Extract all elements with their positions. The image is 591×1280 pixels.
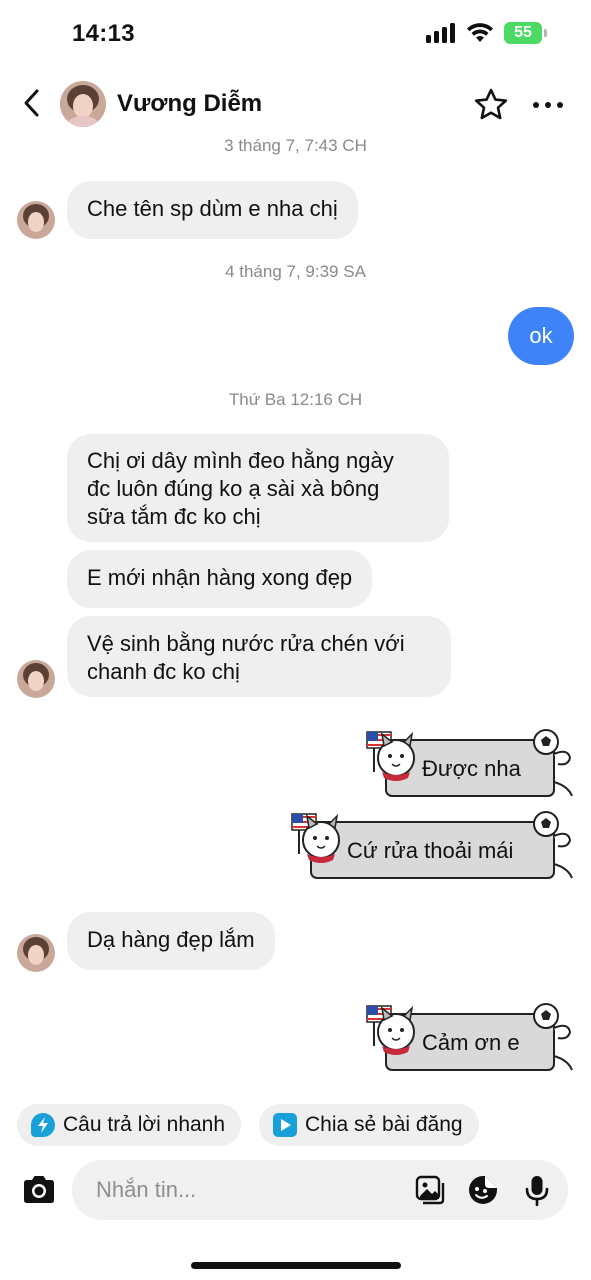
sticker-text: Cứ rửa thoải mái	[347, 838, 514, 863]
share-post-button[interactable]: Chia sẻ bài đăng	[259, 1104, 479, 1146]
sticker-message[interactable]: Được nha	[364, 726, 576, 802]
gallery-icon	[415, 1175, 445, 1205]
outgoing-message[interactable]: ok	[508, 307, 574, 365]
incoming-message[interactable]: E mới nhận hàng xong đẹp	[67, 550, 373, 608]
sender-avatar[interactable]	[17, 201, 55, 239]
sticker-text: Được nha	[422, 756, 521, 781]
message-composer	[72, 1160, 568, 1220]
message-timestamp: Thứ Ba 12:16 CH	[228, 390, 363, 409]
battery-icon: 55	[504, 22, 547, 44]
sticker-message[interactable]: Cứ rửa thoải mái	[289, 808, 576, 884]
status-bar: 14:13 55	[0, 0, 591, 70]
gallery-button[interactable]	[414, 1174, 446, 1206]
contact-avatar[interactable]	[60, 81, 106, 127]
microphone-icon	[525, 1176, 549, 1207]
sticker-message[interactable]: Cảm ơn e	[364, 1000, 576, 1076]
more-icon	[533, 102, 563, 108]
wifi-icon	[467, 23, 493, 42]
sticker-text: Cảm ơn e	[422, 1030, 520, 1055]
incoming-message[interactable]: Che tên sp dùm e nha chị	[67, 181, 358, 239]
battery-level: 55	[514, 24, 532, 41]
more-button[interactable]	[533, 90, 569, 120]
signal-icon	[426, 23, 455, 43]
camera-button[interactable]	[20, 1171, 58, 1209]
quick-reply-icon	[31, 1113, 55, 1137]
home-indicator[interactable]	[191, 1262, 401, 1269]
quick-reply-button[interactable]: Câu trả lời nhanh	[17, 1104, 242, 1146]
message-line: chanh đc ko chị	[87, 659, 240, 684]
incoming-message[interactable]: Chị ơi dây mình đeo hằng ngày đc luôn đú…	[67, 434, 449, 542]
status-time: 14:13	[72, 20, 135, 47]
chat-header: Vương Diễm	[0, 70, 591, 138]
quick-reply-label: Câu trả lời nhanh	[63, 1113, 226, 1136]
message-timestamp: 3 tháng 7, 7:43 CH	[224, 136, 367, 155]
share-post-label: Chia sẻ bài đăng	[305, 1113, 463, 1136]
sticker-icon	[469, 1176, 497, 1204]
play-icon	[273, 1113, 297, 1137]
incoming-message[interactable]: Dạ hàng đẹp lắm	[67, 912, 275, 970]
sender-avatar[interactable]	[17, 660, 55, 698]
message-line: Chị ơi dây mình đeo hằng ngày	[87, 448, 394, 473]
chevron-left-icon	[24, 89, 39, 117]
contact-name[interactable]: Vương Diễm	[117, 90, 262, 118]
message-line: sữa tắm đc ko chị	[87, 504, 261, 529]
message-line: đc luôn đúng ko ạ sài xà bông	[87, 476, 380, 501]
star-button[interactable]	[473, 87, 509, 123]
camera-icon	[24, 1176, 54, 1203]
message-timestamp: 4 tháng 7, 9:39 SA	[225, 262, 366, 281]
back-button[interactable]	[16, 84, 48, 122]
status-icons: 55	[426, 22, 547, 44]
star-icon	[474, 88, 508, 120]
message-line: Vệ sinh bằng nước rửa chén với	[87, 631, 405, 656]
voice-button[interactable]	[521, 1174, 553, 1207]
sender-avatar[interactable]	[17, 934, 55, 972]
sticker-button[interactable]	[467, 1174, 499, 1206]
incoming-message[interactable]: Vệ sinh bằng nước rửa chén với chanh đc …	[67, 616, 451, 697]
message-input[interactable]	[96, 1160, 396, 1220]
